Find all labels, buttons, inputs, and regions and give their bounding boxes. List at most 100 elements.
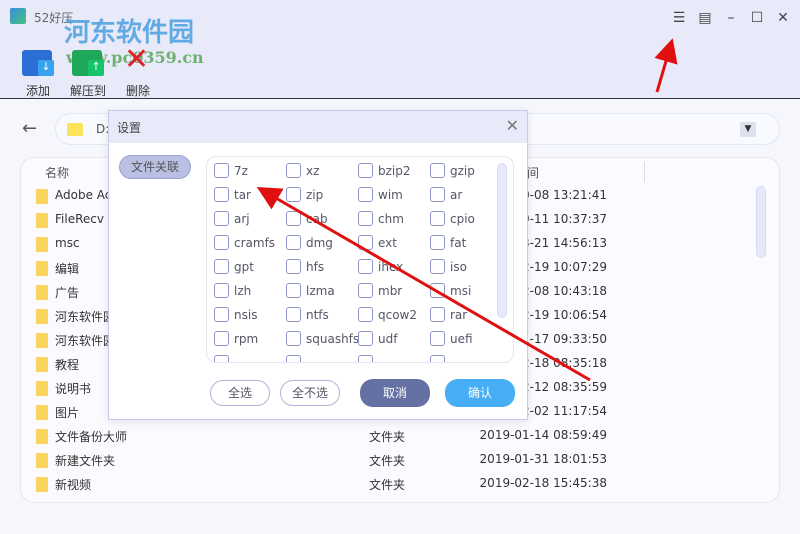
- format-checkbox-7z[interactable]: 7z: [214, 163, 248, 181]
- checkbox-icon[interactable]: [358, 307, 373, 322]
- tab-file-association[interactable]: 文件关联: [119, 155, 191, 179]
- checkbox-icon[interactable]: [286, 211, 301, 226]
- format-checkbox-cramfs[interactable]: cramfs: [214, 235, 275, 253]
- dialog-close-icon[interactable]: ✕: [506, 116, 519, 135]
- format-checkbox-partial[interactable]: [358, 355, 373, 362]
- table-row[interactable]: 文件备份大师 文件夹 2019-01-14 08:59:49: [36, 426, 776, 446]
- confirm-button[interactable]: 确认: [445, 379, 515, 407]
- checkbox-icon[interactable]: [430, 211, 445, 226]
- checkbox-icon[interactable]: [286, 307, 301, 322]
- select-all-button[interactable]: 全选: [210, 380, 270, 406]
- back-icon[interactable]: ←: [22, 118, 37, 139]
- checkbox-icon[interactable]: [214, 331, 229, 346]
- format-checkbox-nsis[interactable]: nsis: [214, 307, 257, 325]
- checkbox-icon[interactable]: [214, 187, 229, 202]
- checkbox-icon[interactable]: [286, 331, 301, 346]
- table-row[interactable]: 新视频 文件夹 2019-02-18 15:45:38: [36, 474, 776, 494]
- format-checkbox-cpio[interactable]: cpio: [430, 211, 475, 229]
- checkbox-icon[interactable]: [430, 331, 445, 346]
- file-type: 文件夹: [369, 430, 406, 444]
- select-none-button[interactable]: 全不选: [280, 380, 340, 406]
- format-checkbox-udf[interactable]: udf: [358, 331, 397, 349]
- format-checkbox-chm[interactable]: chm: [358, 211, 404, 229]
- format-checkbox-partial[interactable]: [214, 355, 229, 362]
- checkbox-icon[interactable]: [430, 307, 445, 322]
- format-checkbox-ntfs[interactable]: ntfs: [286, 307, 329, 325]
- format-checkbox-gpt[interactable]: gpt: [214, 259, 254, 277]
- format-checkbox-lzma[interactable]: lzma: [286, 283, 335, 301]
- checkbox-icon[interactable]: [358, 283, 373, 298]
- checkbox-icon[interactable]: [430, 187, 445, 202]
- format-checkbox-fat[interactable]: fat: [430, 235, 466, 253]
- format-checkbox-wim[interactable]: wim: [358, 187, 403, 205]
- checkbox-icon[interactable]: [214, 163, 229, 178]
- format-checkbox-squashfs[interactable]: squashfs: [286, 331, 359, 349]
- format-label: rar: [450, 307, 468, 322]
- format-checkbox-lzh[interactable]: lzh: [214, 283, 251, 301]
- checkbox-icon[interactable]: [430, 163, 445, 178]
- checkbox-icon[interactable]: [430, 355, 445, 362]
- format-checkbox-tar[interactable]: tar: [214, 187, 251, 205]
- minimize-icon[interactable]: –: [722, 9, 740, 27]
- format-checkbox-rpm[interactable]: rpm: [214, 331, 258, 349]
- format-checkbox-uefi[interactable]: uefi: [430, 331, 473, 349]
- column-header-name[interactable]: 名称: [45, 164, 69, 181]
- format-checkbox-arj[interactable]: arj: [214, 211, 250, 229]
- close-icon[interactable]: ✕: [774, 9, 792, 27]
- cancel-button[interactable]: 取消: [360, 379, 430, 407]
- delete-button[interactable]: ✕ 删除: [124, 42, 158, 98]
- table-row[interactable]: 新建文件夹 文件夹 2019-01-31 18:01:53: [36, 450, 776, 470]
- checkbox-icon[interactable]: [214, 307, 229, 322]
- checkbox-icon[interactable]: [214, 259, 229, 274]
- column-header-time[interactable]: 间: [527, 164, 539, 181]
- format-checkbox-partial[interactable]: [286, 355, 301, 362]
- feedback-icon[interactable]: ▤: [696, 9, 714, 27]
- menu-list-icon[interactable]: ☰: [670, 9, 688, 27]
- checkbox-icon[interactable]: [358, 259, 373, 274]
- format-checkbox-rar[interactable]: rar: [430, 307, 467, 325]
- add-button[interactable]: ↓ 添加: [20, 46, 60, 98]
- chevron-down-icon[interactable]: ▼: [740, 122, 756, 137]
- format-checkbox-ext[interactable]: ext: [358, 235, 397, 253]
- checkbox-icon[interactable]: [286, 163, 301, 178]
- extract-button[interactable]: ↑ 解压到: [70, 46, 114, 98]
- checkbox-icon[interactable]: [286, 355, 301, 362]
- checkbox-icon[interactable]: [358, 355, 373, 362]
- checkbox-icon[interactable]: [286, 187, 301, 202]
- checkbox-icon[interactable]: [430, 283, 445, 298]
- checkbox-icon[interactable]: [214, 283, 229, 298]
- checkbox-icon[interactable]: [358, 235, 373, 250]
- format-checkbox-bzip2[interactable]: bzip2: [358, 163, 411, 181]
- checkbox-icon[interactable]: [430, 235, 445, 250]
- format-checkbox-ar[interactable]: ar: [430, 187, 462, 205]
- checkbox-icon[interactable]: [430, 259, 445, 274]
- checkbox-icon[interactable]: [358, 331, 373, 346]
- checkbox-icon[interactable]: [286, 259, 301, 274]
- format-checkbox-ihex[interactable]: ihex: [358, 259, 403, 277]
- maximize-icon[interactable]: ☐: [748, 9, 766, 27]
- format-checkbox-zip[interactable]: zip: [286, 187, 323, 205]
- format-checkbox-hfs[interactable]: hfs: [286, 259, 324, 277]
- format-checkbox-qcow2[interactable]: qcow2: [358, 307, 417, 325]
- checkbox-icon[interactable]: [214, 235, 229, 250]
- file-name: Adobe Ac: [55, 188, 112, 202]
- scrollbar[interactable]: [497, 163, 507, 318]
- format-label: iso: [450, 259, 467, 274]
- checkbox-icon[interactable]: [286, 283, 301, 298]
- format-checkbox-dmg[interactable]: dmg: [286, 235, 333, 253]
- format-checkbox-msi[interactable]: msi: [430, 283, 471, 301]
- format-checkbox-gzip[interactable]: gzip: [430, 163, 475, 181]
- format-checkbox-partial[interactable]: [430, 355, 445, 362]
- checkbox-icon[interactable]: [358, 187, 373, 202]
- checkbox-icon[interactable]: [214, 355, 229, 362]
- format-checkbox-mbr[interactable]: mbr: [358, 283, 402, 301]
- file-date: 0-08 13:21:41: [522, 188, 607, 202]
- checkbox-icon[interactable]: [358, 163, 373, 178]
- checkbox-icon[interactable]: [358, 211, 373, 226]
- format-label: ihex: [378, 259, 404, 274]
- checkbox-icon[interactable]: [286, 235, 301, 250]
- format-checkbox-xz[interactable]: xz: [286, 163, 319, 181]
- format-checkbox-cab[interactable]: cab: [286, 211, 328, 229]
- format-checkbox-iso[interactable]: iso: [430, 259, 467, 277]
- checkbox-icon[interactable]: [214, 211, 229, 226]
